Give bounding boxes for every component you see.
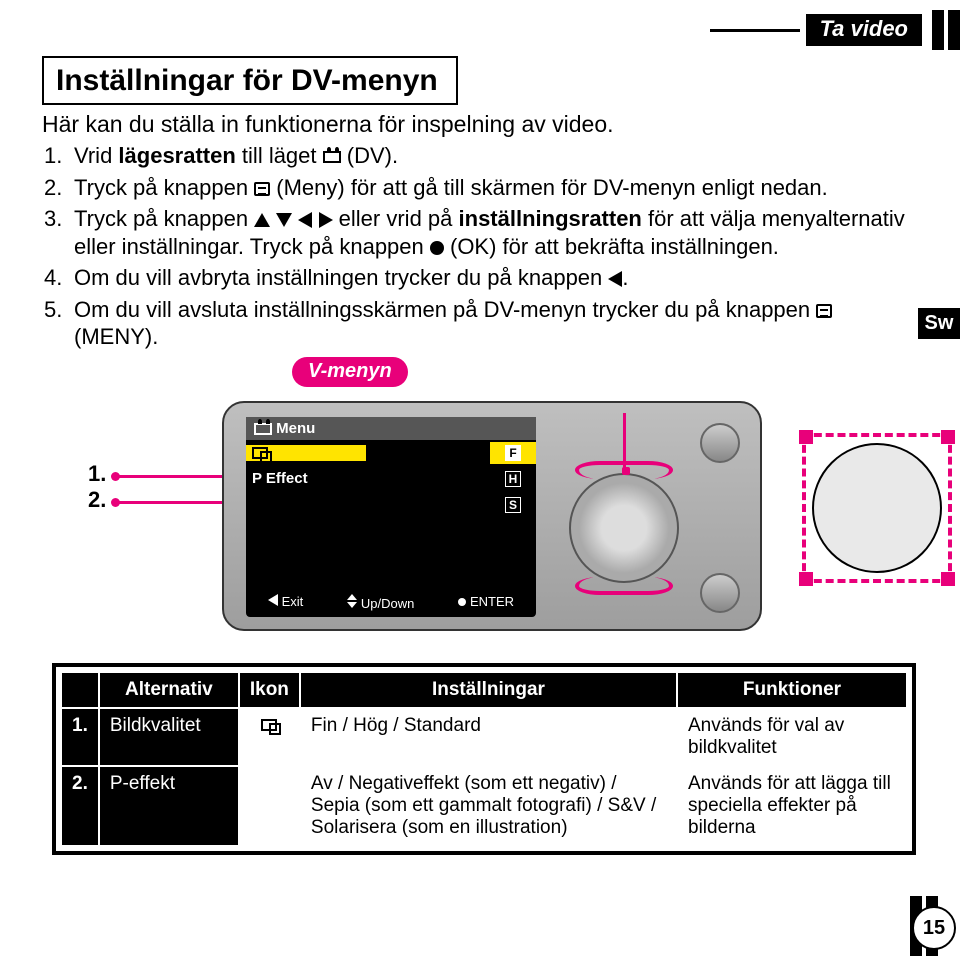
page-number: 15 [910, 896, 956, 956]
down-icon [276, 213, 292, 227]
label-1: 1. [88, 461, 106, 487]
settings-table: Alternativ Ikon Inställningar Funktioner… [52, 663, 916, 855]
vmenyn-label: V-menyn [292, 357, 408, 387]
instruction-list: Vrid lägesratten till läget (DV). Tryck … [42, 142, 920, 351]
page-number-value: 15 [912, 906, 956, 950]
step-4: Om du vill avbryta inställningen trycker… [44, 264, 920, 292]
badge-h: H [505, 471, 522, 487]
camera-dpad [569, 473, 679, 583]
lcd-camera-icon [254, 423, 272, 435]
th-installningar: Inställningar [300, 672, 677, 708]
th-alternativ: Alternativ [99, 672, 239, 708]
badge-s: S [505, 497, 521, 513]
up-icon [254, 213, 270, 227]
lead-text: Här kan du ställa in funktionerna för in… [42, 111, 920, 138]
step-1: Vrid lägesratten till läget (DV). [44, 142, 920, 170]
quality-icon [252, 447, 268, 459]
lcd-title: Menu [276, 420, 315, 437]
lcd-enter: ENTER [470, 594, 514, 609]
label-2: 2. [88, 487, 106, 513]
step-2: Tryck på knappen (Meny) för att gå till … [44, 174, 920, 202]
menu-icon [254, 182, 270, 196]
mode-dial [812, 443, 942, 573]
badge-f: F [505, 445, 520, 461]
mode-dial-highlight [802, 433, 952, 583]
camera-icon [323, 151, 341, 163]
camera-illustration: 1. 2. Menu F P EffectH S Exit Up/Down EN… [42, 393, 920, 643]
quality-icon [261, 719, 277, 731]
left-icon [298, 212, 312, 228]
header-banner: Ta video [710, 10, 960, 50]
header-banner-text: Ta video [820, 16, 908, 41]
table-row: 2. P-effekt Av / Negativeffekt (som ett … [61, 766, 907, 846]
th-ikon: Ikon [239, 672, 300, 708]
section-title: Inställningar för DV-menyn [42, 56, 458, 105]
step-5: Om du vill avsluta inställningsskärmen p… [44, 296, 920, 351]
camera-button [700, 573, 740, 613]
lcd-exit: Exit [282, 594, 304, 609]
camera-lcd: Menu F P EffectH S Exit Up/Down ENTER [246, 417, 536, 617]
language-tab: Sw [918, 308, 960, 339]
lcd-updown: Up/Down [361, 596, 414, 611]
camera-button [700, 423, 740, 463]
menu-icon [816, 304, 832, 318]
back-icon [608, 271, 622, 287]
table-row: 1. Bildkvalitet Fin / Hög / Standard Anv… [61, 708, 907, 766]
step-3: Tryck på knappen eller vrid på inställni… [44, 205, 920, 260]
ok-dot-icon [430, 241, 444, 255]
right-icon [319, 212, 333, 228]
th-funktioner: Funktioner [677, 672, 907, 708]
